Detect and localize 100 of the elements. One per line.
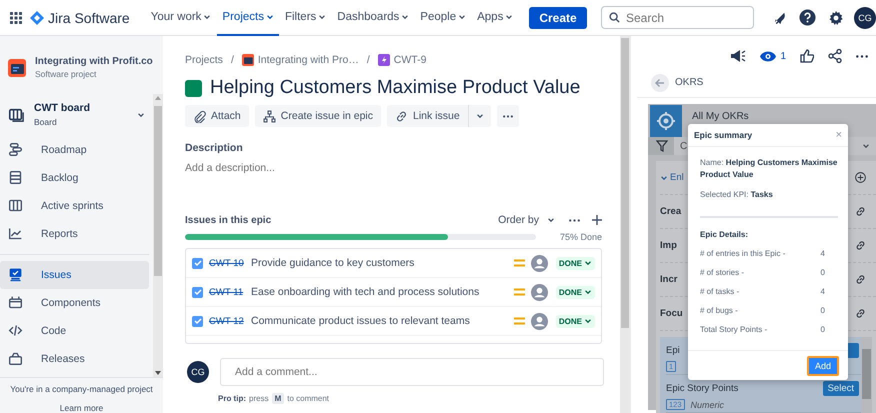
breadcrumb[interactable]: Projects xyxy=(185,54,223,66)
select-button[interactable]: Select xyxy=(822,381,859,396)
issue-key[interactable]: CWT-11 xyxy=(209,286,245,298)
group-title[interactable]: Enl xyxy=(670,172,684,183)
issues-icon xyxy=(8,267,23,282)
nav-menu[interactable]: Apps xyxy=(472,0,518,36)
link-icon[interactable] xyxy=(855,308,866,319)
sidebar-item[interactable]: Active sprints xyxy=(0,192,149,220)
project-icon xyxy=(8,58,26,77)
action-button[interactable]: Link issue xyxy=(387,105,468,127)
logo-icon[interactable] xyxy=(30,10,44,24)
dialog-title: Epic summary xyxy=(694,130,752,140)
issue-summary[interactable]: Ease onboarding with tech and process solutions xyxy=(251,286,480,298)
learn-more-link[interactable]: Learn more xyxy=(0,403,163,413)
issue-key[interactable]: CWT-12 xyxy=(209,316,245,326)
checkbox[interactable] xyxy=(192,316,203,326)
more-icon[interactable] xyxy=(856,54,868,58)
sidebar-item[interactable]: Reports xyxy=(0,220,149,248)
hierarchy-icon xyxy=(262,110,276,122)
help-icon[interactable] xyxy=(799,9,816,26)
action-button[interactable]: Create issue in epic xyxy=(254,105,381,127)
issue-summary[interactable]: Provide guidance to key customers xyxy=(251,257,414,269)
okr-row-title[interactable]: Focu xyxy=(660,308,683,319)
product-name[interactable]: Jira Software xyxy=(48,10,130,26)
back-button[interactable] xyxy=(651,74,669,92)
avatar-icon[interactable] xyxy=(530,284,548,300)
filter-icon[interactable] xyxy=(656,140,668,152)
share-icon[interactable] xyxy=(828,49,842,63)
action-button[interactable]: Attach xyxy=(185,105,249,127)
issue-title[interactable]: Helping Customers Maximise Product Value xyxy=(210,77,580,99)
okr-title: All My OKRs xyxy=(692,111,749,123)
scrollbar-thumb[interactable] xyxy=(621,38,629,328)
sidebar-item[interactable]: Releases xyxy=(0,344,149,373)
progress-text: 75% Done xyxy=(560,232,602,242)
project-type: Software project xyxy=(35,69,98,80)
status-dropdown[interactable]: DONE xyxy=(556,314,595,328)
create-button[interactable]: Create xyxy=(529,6,587,28)
sidebar-item[interactable]: Issues xyxy=(0,260,149,289)
okr-row-title[interactable]: Crea xyxy=(660,206,682,217)
add-circle-icon[interactable] xyxy=(855,172,866,183)
chevron-icon xyxy=(476,112,484,120)
scrollbar-thumb[interactable] xyxy=(154,106,162,276)
nav-menu[interactable]: People xyxy=(415,0,472,36)
user-avatar[interactable]: CG xyxy=(854,6,876,28)
project-name[interactable]: Integrating with Profit.co xyxy=(35,56,153,68)
checkbox[interactable] xyxy=(192,286,203,298)
order-by-button[interactable]: Order by xyxy=(498,214,555,226)
chevron-icon xyxy=(401,12,410,20)
section-heading: Issues in this epic xyxy=(185,214,272,226)
sidebar-item[interactable]: Roadmap xyxy=(0,136,149,164)
sidebar-item[interactable]: Backlog xyxy=(0,164,149,192)
project-icon xyxy=(242,54,254,66)
watchers-button[interactable]: 1 xyxy=(760,50,786,62)
detail-value: 4 xyxy=(820,286,825,296)
checkbox[interactable] xyxy=(192,258,203,268)
more-button[interactable] xyxy=(496,105,519,127)
description-label: Description xyxy=(185,142,244,154)
settings-icon[interactable] xyxy=(828,10,844,26)
search-field[interactable]: Search xyxy=(601,6,754,29)
scrollbar-thumb[interactable] xyxy=(862,349,871,399)
link-icon[interactable] xyxy=(855,274,866,285)
project-note: You're in a company-managed project xyxy=(9,384,154,394)
back-arrow-icon xyxy=(655,78,665,88)
chevron-icon xyxy=(584,317,592,325)
backlog-icon xyxy=(8,170,23,186)
avatar-icon[interactable] xyxy=(530,254,548,272)
status-dropdown[interactable]: DONE xyxy=(556,256,595,270)
issue-key[interactable]: CWT-10 xyxy=(209,258,245,268)
roadmap-icon xyxy=(8,142,23,158)
status-dropdown[interactable]: DONE xyxy=(556,286,595,298)
megaphone-icon[interactable] xyxy=(730,49,746,63)
link-icon[interactable] xyxy=(855,240,866,251)
sidebar-item[interactable]: Code xyxy=(0,316,149,345)
add-button[interactable]: Add xyxy=(806,356,839,376)
nav-menu[interactable]: Projects xyxy=(217,0,279,36)
chevron-icon xyxy=(862,142,870,150)
detail-label: # of stories - xyxy=(700,268,746,277)
breadcrumb[interactable]: CWT-9 xyxy=(394,54,426,66)
board-icon xyxy=(8,106,24,123)
search-icon xyxy=(609,12,620,23)
chevron-icon xyxy=(547,216,555,224)
okr-row-title[interactable]: Incr xyxy=(660,274,678,285)
comment-field[interactable]: Add a comment... xyxy=(220,358,604,386)
okr-row-title[interactable]: Imp xyxy=(660,240,677,251)
app-switcher-icon[interactable] xyxy=(10,12,22,24)
thumbs-up-icon[interactable] xyxy=(800,49,814,63)
issue-summary[interactable]: Communicate product issues to relevant teams xyxy=(251,315,470,327)
link-icon[interactable] xyxy=(855,206,866,217)
nav-menu[interactable]: Filters xyxy=(280,0,332,36)
scroll-down-icon[interactable] xyxy=(155,371,161,375)
breadcrumb[interactable]: Integrating with Pro… xyxy=(258,54,359,66)
nav-menu[interactable]: Dashboards xyxy=(332,0,414,36)
board-name[interactable]: CWT board xyxy=(34,102,90,114)
nav-menu[interactable]: Your work xyxy=(146,0,216,36)
sidebar-item[interactable]: Components xyxy=(0,288,149,317)
avatar-icon[interactable] xyxy=(530,312,548,330)
more-icon[interactable] xyxy=(569,218,580,222)
add-icon[interactable] xyxy=(592,215,602,225)
columns-icon xyxy=(8,198,23,214)
epic-icon xyxy=(378,54,390,66)
